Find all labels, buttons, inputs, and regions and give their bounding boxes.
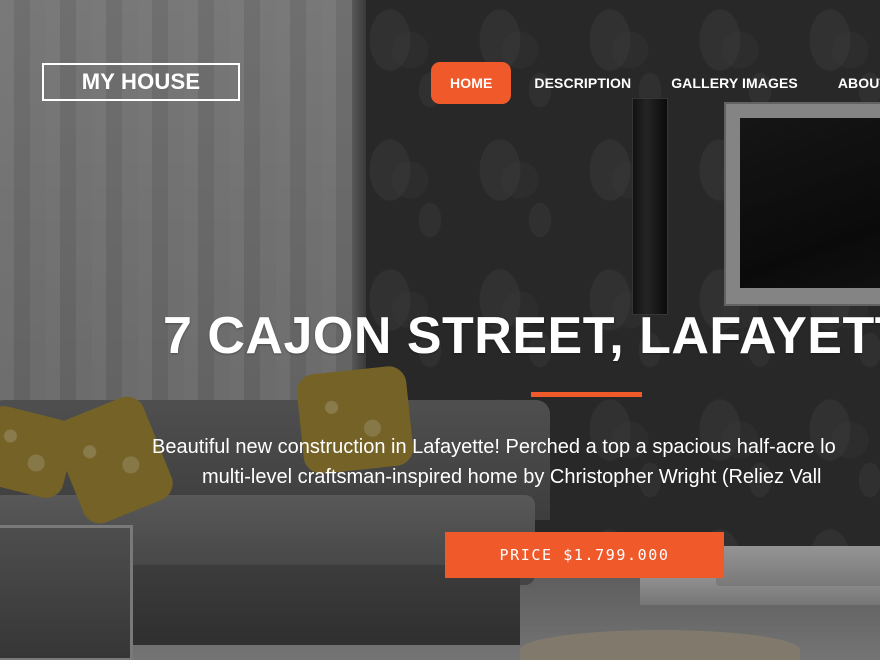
hero-description-line: Beautiful new construction in Lafayette!…: [152, 436, 836, 458]
hero-title: 7 CAJON STREET, LAFAYETT: [163, 307, 880, 365]
main-nav: HOME DESCRIPTION GALLERY IMAGES ABOUT A: [431, 62, 880, 104]
site-logo[interactable]: MY HOUSE: [42, 63, 240, 101]
nav-item-gallery-images[interactable]: GALLERY IMAGES: [651, 62, 818, 104]
nav-item-description[interactable]: DESCRIPTION: [511, 62, 651, 104]
hero-description-line: multi-level craftsman-inspired home by C…: [202, 466, 822, 488]
nav-item-home[interactable]: HOME: [431, 62, 512, 104]
price-button[interactable]: PRICE $1.799.000: [445, 532, 724, 578]
title-divider: [531, 392, 642, 397]
nav-item-about[interactable]: ABOUT A: [818, 62, 880, 104]
